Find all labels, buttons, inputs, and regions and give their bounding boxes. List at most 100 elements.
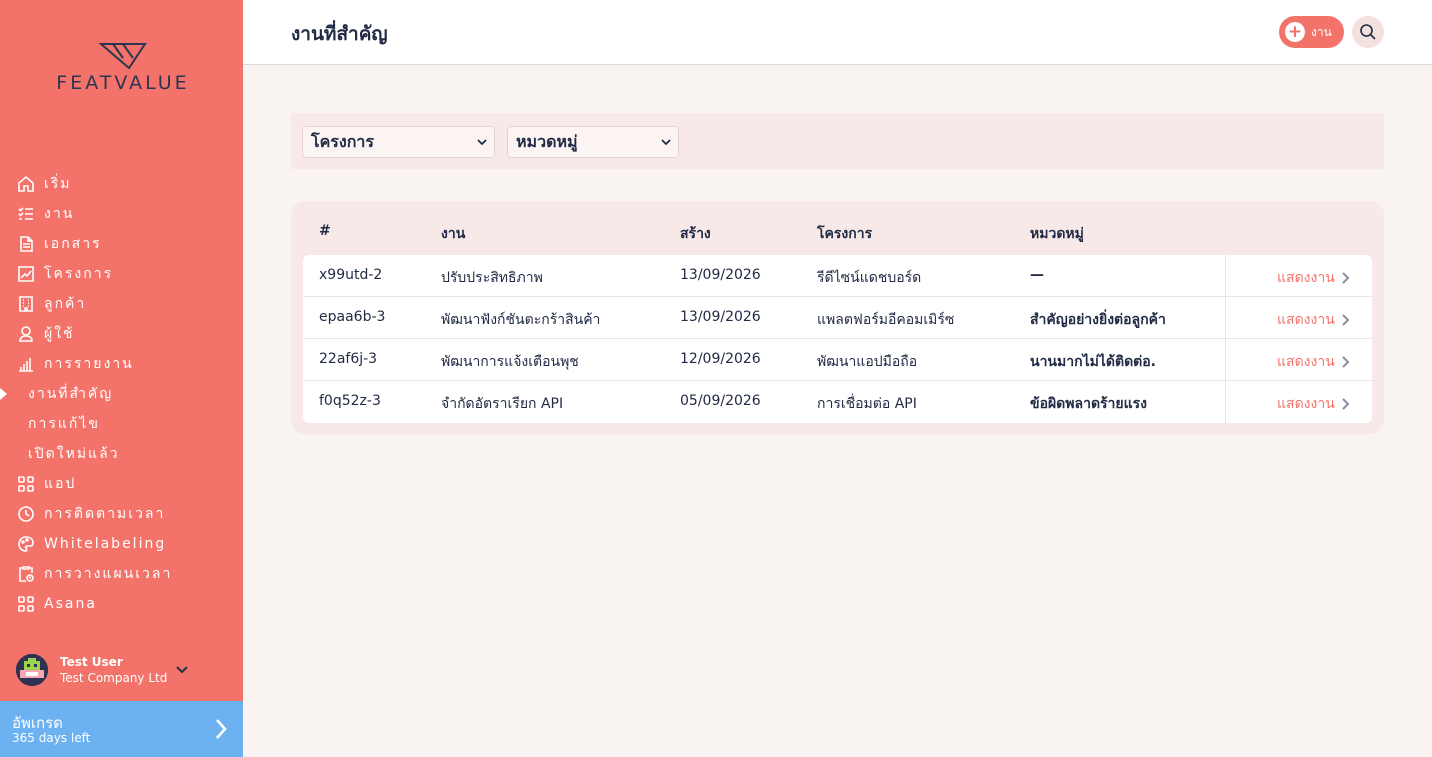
- chevron-right-icon: [1342, 314, 1350, 326]
- user-icon: [17, 325, 35, 343]
- row-divider: [1225, 255, 1226, 297]
- chart-icon: [17, 265, 35, 283]
- clipboard-clock-icon: [17, 565, 35, 583]
- row-divider: [1225, 339, 1226, 381]
- cell-created: 13/09/2026: [680, 267, 761, 283]
- cell-created: 05/09/2026: [680, 393, 761, 409]
- cell-created: 13/09/2026: [680, 309, 761, 325]
- sidebar-item-start[interactable]: เริ่ม: [0, 169, 243, 199]
- table-row[interactable]: epaa6b-3 พัฒนาฟังก์ชันตะกร้าสินค้า 13/09…: [303, 297, 1372, 339]
- top-header: งานที่สำคัญ + งาน: [243, 0, 1432, 65]
- sidebar-item-apps[interactable]: แอป: [0, 469, 243, 499]
- sidebar-item-label: งาน: [44, 206, 75, 222]
- sidebar-item-label: เริ่ม: [44, 176, 72, 192]
- table-row[interactable]: 22af6j-3 พัฒนาการแจ้งเตือนพุช 12/09/2026…: [303, 339, 1372, 381]
- sidebar-item-reporting[interactable]: การรายงาน: [0, 349, 243, 379]
- apps-icon: [17, 475, 35, 493]
- sidebar-item-label: การติดตามเวลา: [44, 506, 166, 522]
- sidebar-item-label: การแก้ไข: [28, 416, 100, 432]
- cell-task: ปรับประสิทธิภาพ: [441, 270, 543, 286]
- sidebar: FEATVALUE เริ่ม งาน เอกสาร โครงการ ลูกค้…: [0, 0, 243, 757]
- sidebar-item-label: การรายงาน: [44, 356, 134, 372]
- show-task-link[interactable]: แสดงงาน: [1277, 393, 1350, 415]
- cell-id: f0q52z-3: [319, 393, 381, 409]
- featvalue-logo[interactable]: FEATVALUE: [37, 42, 209, 94]
- sidebar-item-label: เปิดใหม่แล้ว: [28, 446, 120, 462]
- cell-project: พัฒนาแอปมือถือ: [817, 354, 918, 370]
- sidebar-item-documents[interactable]: เอกสาร: [0, 229, 243, 259]
- filter-bar: โครงการ หมวดหมู่: [291, 113, 1384, 169]
- column-header-created: สร้าง: [680, 226, 711, 242]
- logo-mark-icon: [99, 43, 147, 70]
- sidebar-item-label: ผู้ใช้: [44, 326, 75, 342]
- table-row[interactable]: x99utd-2 ปรับประสิทธิภาพ 13/09/2026 รีดี…: [303, 255, 1372, 297]
- sidebar-item-label: แอป: [44, 476, 77, 492]
- column-header-category: หมวดหมู่: [1030, 226, 1084, 242]
- search-icon: [1360, 24, 1376, 40]
- plus-icon: +: [1285, 22, 1305, 42]
- cell-created: 12/09/2026: [680, 351, 761, 367]
- sidebar-nav: เริ่ม งาน เอกสาร โครงการ ลูกค้า ผู้ใช้ ก…: [0, 169, 243, 619]
- project-select-value: โครงการ: [311, 131, 374, 151]
- upgrade-banner[interactable]: อัพเกรด 365 days left: [0, 701, 243, 757]
- page-title: งานที่สำคัญ: [291, 23, 388, 45]
- column-header-project: โครงการ: [817, 226, 873, 242]
- timer-icon: [17, 505, 35, 523]
- checklist-icon: [17, 205, 35, 223]
- show-task-link[interactable]: แสดงงาน: [1277, 267, 1350, 289]
- sidebar-item-edits[interactable]: การแก้ไข: [0, 409, 243, 439]
- category-select-value: หมวดหมู่: [516, 131, 578, 151]
- row-divider: [1225, 297, 1226, 339]
- show-task-label: แสดงงาน: [1277, 270, 1335, 286]
- show-task-link[interactable]: แสดงงาน: [1277, 309, 1350, 331]
- category-select[interactable]: หมวดหมู่: [507, 126, 679, 158]
- cell-project: การเชื่อมต่อ API: [817, 396, 917, 412]
- column-header-id: #: [319, 223, 331, 239]
- sidebar-item-label: Asana: [44, 596, 97, 612]
- sidebar-item-label: ลูกค้า: [44, 296, 87, 312]
- cell-id: 22af6j-3: [319, 351, 378, 367]
- show-task-link[interactable]: แสดงงาน: [1277, 351, 1350, 373]
- user-menu[interactable]: Test User Test Company Ltd: [16, 650, 231, 690]
- sidebar-item-label: เอกสาร: [44, 236, 102, 252]
- cell-category: ข้อผิดพลาดร้ายแรง: [1030, 396, 1147, 412]
- search-button[interactable]: [1352, 16, 1384, 48]
- project-select[interactable]: โครงการ: [302, 126, 495, 158]
- apps-icon: [17, 595, 35, 613]
- sidebar-item-users[interactable]: ผู้ใช้: [0, 319, 243, 349]
- cell-project: แพลตฟอร์มอีคอมเมิร์ซ: [817, 312, 955, 328]
- sidebar-item-time-planning[interactable]: การวางแผนเวลา: [0, 559, 243, 589]
- sidebar-item-reopened[interactable]: เปิดใหม่แล้ว: [0, 439, 243, 469]
- cell-task: พัฒนาฟังก์ชันตะกร้าสินค้า: [441, 312, 601, 328]
- sidebar-item-label: โครงการ: [44, 266, 114, 282]
- sidebar-item-label: Whitelabeling: [44, 536, 167, 552]
- sidebar-item-tasks[interactable]: งาน: [0, 199, 243, 229]
- building-icon: [17, 295, 35, 313]
- sidebar-item-label: การวางแผนเวลา: [44, 566, 173, 582]
- cell-id: epaa6b-3: [319, 309, 386, 325]
- add-task-button[interactable]: + งาน: [1279, 16, 1344, 48]
- sidebar-item-customers[interactable]: ลูกค้า: [0, 289, 243, 319]
- user-company: Test Company Ltd: [60, 671, 168, 685]
- upgrade-days-left: 365 days left: [12, 731, 91, 745]
- document-icon: [17, 235, 35, 253]
- column-header-task: งาน: [441, 226, 466, 242]
- sidebar-item-important-tasks[interactable]: งานที่สำคัญ: [0, 379, 243, 409]
- cell-task: พัฒนาการแจ้งเตือนพุช: [441, 354, 579, 370]
- sidebar-item-projects[interactable]: โครงการ: [0, 259, 243, 289]
- sidebar-item-label: งานที่สำคัญ: [28, 386, 114, 402]
- cell-task: จำกัดอัตราเรียก API: [441, 396, 564, 412]
- table-body: x99utd-2 ปรับประสิทธิภาพ 13/09/2026 รีดี…: [303, 255, 1372, 423]
- palette-icon: [17, 535, 35, 553]
- chevron-down-icon: [176, 666, 189, 674]
- chevron-right-icon: [1342, 398, 1350, 410]
- chevron-right-icon: [1342, 272, 1350, 284]
- table-row[interactable]: f0q52z-3 จำกัดอัตราเรียก API 05/09/2026 …: [303, 381, 1372, 423]
- show-task-label: แสดงงาน: [1277, 312, 1335, 328]
- chevron-down-icon: [477, 139, 487, 146]
- show-task-label: แสดงงาน: [1277, 354, 1335, 370]
- sidebar-item-asana[interactable]: Asana: [0, 589, 243, 619]
- sidebar-item-time-tracking[interactable]: การติดตามเวลา: [0, 499, 243, 529]
- sidebar-item-whitelabeling[interactable]: Whitelabeling: [0, 529, 243, 559]
- cell-id: x99utd-2: [319, 267, 383, 283]
